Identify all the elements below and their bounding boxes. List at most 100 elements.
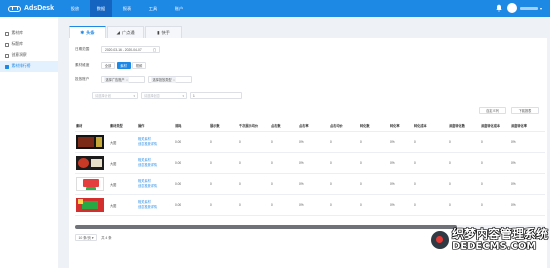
gear-icon: ✱ <box>80 29 85 35</box>
media-option-all[interactable]: 全部 <box>101 62 115 69</box>
col-header[interactable]: 点击率 <box>298 123 329 128</box>
date-filter-row: 日期范围 2020-03-16 - 2020-04-07 ▢ <box>75 46 160 53</box>
col-header[interactable]: 转化成本 <box>413 123 448 128</box>
col-header[interactable]: 展示数 <box>209 123 238 128</box>
date-range-input[interactable]: 2020-03-16 - 2020-04-07 ▢ <box>101 46 160 53</box>
col-header[interactable]: 消耗 <box>174 123 209 128</box>
cell-cost: 0.00 <box>175 182 182 186</box>
bars-icon: ▮ <box>157 29 160 35</box>
creative-select[interactable]: 请选择创意 ▾ <box>141 92 187 99</box>
material-type: 大图 <box>110 182 117 187</box>
nav-item-launch[interactable]: 投放 <box>64 0 86 17</box>
cell: 0 <box>239 161 241 165</box>
chevron-down-icon[interactable]: ▾ <box>540 6 542 11</box>
cell: 0 <box>330 140 332 144</box>
col-header[interactable]: 点击均价 <box>329 123 359 128</box>
table-row: 大图 相关素材 创意投放详情 0.00 0 0 0 0% 0 0 0% 0 0 0… <box>75 153 545 174</box>
col-header: 操作 <box>138 123 145 128</box>
date-label: 日期范围 <box>75 47 90 51</box>
col-header[interactable]: 深度转化成本 <box>480 123 510 128</box>
watermark: 织梦内容管理系统 DEDECMS.COM <box>430 228 548 252</box>
account-chip: 选择广告账户 × <box>104 76 130 83</box>
ad-logo-icon <box>8 5 21 12</box>
chevron-down-icon: ▾ <box>91 235 94 240</box>
col-header[interactable]: 深度转化数 <box>448 123 480 128</box>
cell: 0 <box>210 182 212 186</box>
watermark-line2: DEDECMS.COM <box>452 241 537 252</box>
media-option-material[interactable]: 素材 <box>116 62 131 69</box>
tab-toutiao[interactable]: ✱ 头条 <box>69 26 106 38</box>
table-row: 大图 相关素材 创意投放详情 0.00 0 0 0 0% 0 0 0% 0 0 0… <box>75 132 545 153</box>
plan-select[interactable]: 请选择计划 ▾ <box>92 92 138 99</box>
col-header[interactable]: 转化数 <box>359 123 389 128</box>
account-label: 投放账户 <box>75 77 90 81</box>
cell: 0% <box>299 140 304 144</box>
cell: 0% <box>299 203 304 207</box>
bell-icon[interactable] <box>495 4 503 12</box>
col-header[interactable]: 转化率 <box>389 123 413 128</box>
chevron-down-icon: ▾ <box>182 93 184 98</box>
tab-kuaishou[interactable]: ▮ 快手 <box>145 26 182 38</box>
creative-detail-link[interactable]: 创意投放详情 <box>138 142 174 147</box>
export-button[interactable]: 下载报表 <box>511 107 539 114</box>
logo-text: AdsDesk <box>24 5 54 12</box>
cell-cost: 0.00 <box>175 203 182 207</box>
nav-item-report[interactable]: 报表 <box>116 0 138 17</box>
app-logo[interactable]: AdsDesk <box>8 5 64 12</box>
creative-detail-link[interactable]: 创意投放详情 <box>138 163 174 168</box>
type-select[interactable]: 选择投放类型 × <box>148 76 192 83</box>
cell: 0% <box>511 140 516 144</box>
sidebar: 素材库 标题库 创意洞察 素材排行榜 <box>0 17 58 268</box>
bulb-icon <box>5 53 9 58</box>
cell: 0 <box>360 140 362 144</box>
col-header[interactable]: 深度转化率 <box>510 123 545 128</box>
col-header: 素材类型 <box>110 123 123 128</box>
page-size-select[interactable]: 10 条/页 ▾ <box>75 234 98 241</box>
cell: 0 <box>330 161 332 165</box>
media-option-video[interactable]: 视频 <box>132 62 146 69</box>
nav-item-data[interactable]: 数据 <box>90 0 112 17</box>
sidebar-item-material-ranking[interactable]: 素材排行榜 <box>0 61 58 72</box>
data-table: 素材 素材类型 操作 消耗 展示数 千次展示均价 点击数 点击率 点击均价 转化… <box>75 119 545 216</box>
keyword-input[interactable]: 1 <box>190 92 242 99</box>
creative-detail-link[interactable]: 创意投放详情 <box>138 184 174 189</box>
material-thumbnail[interactable] <box>76 198 104 212</box>
tab-guangdiantong[interactable]: ◢ 广点通 <box>107 26 144 38</box>
cell: 0 <box>239 203 241 207</box>
username-blurred[interactable] <box>519 6 538 10</box>
material-type: 大图 <box>110 140 117 145</box>
cell: 0 <box>360 182 362 186</box>
custom-columns-button[interactable]: 自定义列 <box>479 107 506 114</box>
nav-item-account[interactable]: 账户 <box>168 0 190 17</box>
sidebar-item-title-library[interactable]: 标题库 <box>0 39 58 50</box>
date-range-value: 2020-03-16 - 2020-04-07 <box>105 47 142 52</box>
media-filter-row: 素材维度 全部 素材 视频 <box>75 62 148 69</box>
material-thumbnail[interactable] <box>76 156 104 170</box>
scrollbar-thumb[interactable] <box>75 225 457 229</box>
watermark-logo-icon <box>430 230 450 250</box>
cell: 0 <box>239 140 241 144</box>
material-thumbnail[interactable] <box>76 135 104 149</box>
table-header: 素材 素材类型 操作 消耗 展示数 千次展示均价 点击数 点击率 点击均价 转化… <box>75 119 545 132</box>
close-icon[interactable]: × <box>126 78 128 82</box>
cell: 0 <box>210 140 212 144</box>
cell: 0% <box>299 161 304 165</box>
top-navbar: AdsDesk 投放 数据 报表 工具 账户 ▾ <box>0 0 550 17</box>
sidebar-item-label: 标题库 <box>11 42 23 46</box>
nav-item-tools[interactable]: 工具 <box>142 0 164 17</box>
creative-detail-link[interactable]: 创意投放详情 <box>138 205 174 210</box>
table-row: 大图 相关素材 创意投放详情 0.00 0 0 0 0% 0 0 0% 0 0 0… <box>75 195 545 216</box>
sidebar-item-creative-insight[interactable]: 创意洞察 <box>0 50 58 61</box>
avatar-icon[interactable] <box>506 3 517 13</box>
sidebar-item-material-library[interactable]: 素材库 <box>0 28 58 39</box>
cell: 0 <box>449 161 451 165</box>
col-header[interactable]: 点击数 <box>270 123 298 128</box>
close-icon[interactable]: × <box>173 78 175 82</box>
account-select[interactable]: 选择广告账户 × <box>101 76 145 83</box>
cell: 0 <box>360 161 362 165</box>
col-header[interactable]: 千次展示均价 <box>238 123 270 128</box>
rank-icon <box>5 64 9 69</box>
cell: 0 <box>481 203 483 207</box>
cell: 0 <box>271 161 273 165</box>
material-thumbnail[interactable] <box>76 177 104 191</box>
